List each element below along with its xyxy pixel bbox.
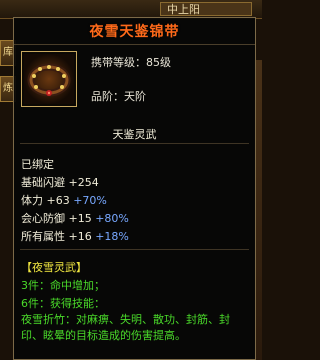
item-name: 夜雪天鉴锦带: [89, 24, 180, 40]
stat-bonus: +18%: [95, 230, 129, 243]
set-skill-desc: 夜雪折竹：对麻痹、失明、散功、封筋、封印、眩晕的目标造成的伤害提高。: [21, 313, 230, 342]
stat-value: +15: [68, 212, 92, 225]
stat-bonus: +80%: [95, 212, 129, 225]
stat-dodge: 基础闪避 +254: [21, 174, 99, 190]
divider: [20, 249, 249, 250]
belt-icon: [24, 54, 74, 104]
set-bonus-3: 3件：命中增加；: [21, 279, 105, 292]
stat-physique: 体力 +63 +70%: [21, 192, 107, 208]
stat-crit-defense: 会心防御 +15 +80%: [21, 210, 129, 226]
stat-label: 体力: [21, 194, 43, 207]
stat-label: 会心防御: [21, 212, 65, 225]
stat-value: +254: [68, 176, 99, 189]
item-tooltip: 夜雪天鉴锦带 携带等级：85级 品阶：天阶 天鉴灵武 已绑定 基础闪避 +254…: [13, 17, 256, 360]
stat-label: 基础闪避: [21, 176, 65, 189]
item-title-bar: 夜雪天鉴锦带: [14, 18, 255, 45]
set-bonus-6: 6件：获得技能：: [21, 297, 105, 310]
divider: [20, 143, 249, 144]
set-header: 【夜雪灵武】: [21, 261, 87, 274]
stat-value: +63: [46, 194, 70, 207]
top-tab[interactable]: 中上阳: [160, 2, 252, 16]
item-icon-frame: [21, 51, 77, 107]
level-requirement: 携带等级：85级: [91, 56, 171, 69]
set-title: 天鉴灵武: [112, 128, 157, 141]
bound-status: 已绑定: [21, 158, 54, 171]
item-tier: 品阶：天阶: [91, 90, 146, 103]
stat-all: 所有属性 +16 +18%: [21, 228, 129, 244]
stat-value: +16: [68, 230, 92, 243]
stat-bonus: +70%: [73, 194, 107, 207]
stat-label: 所有属性: [21, 230, 65, 243]
